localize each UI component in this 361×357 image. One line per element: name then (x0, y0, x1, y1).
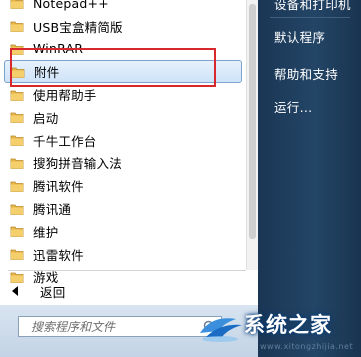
program-item-qianniu[interactable]: 千牛工作台 (0, 129, 246, 152)
program-label: Notepad++ (33, 0, 109, 11)
watermark-url: www.xitongzhijia.net (260, 342, 354, 351)
folder-icon (10, 226, 24, 238)
program-item-notepadpp[interactable]: Notepad++ (0, 0, 246, 15)
divider (8, 270, 246, 271)
program-label: 维护 (33, 224, 59, 240)
search-input[interactable] (29, 318, 203, 335)
program-label: 腾讯通 (33, 202, 72, 218)
program-item-tencent-tong[interactable]: 腾讯通 (0, 197, 246, 220)
folder-icon (10, 21, 24, 33)
scrollbar-thumb[interactable] (249, 4, 256, 239)
watermark-text: 系统之家 (244, 313, 332, 337)
back-arrow-icon (12, 286, 18, 296)
folder-icon (10, 135, 24, 147)
program-item-maintenance[interactable]: 维护 (0, 220, 246, 243)
run-link[interactable]: 运行... (274, 97, 312, 116)
devices-printers-link[interactable]: 设备和打印机 (274, 0, 351, 13)
right-divider (270, 17, 350, 18)
program-label: 启动 (33, 110, 59, 126)
help-support-link[interactable]: 帮助和支持 (274, 64, 338, 83)
back-label: 返回 (40, 284, 66, 300)
annotation-highlight-box (10, 48, 216, 87)
folder-icon (10, 158, 24, 169)
program-label: 迅雷软件 (33, 247, 84, 263)
back-button[interactable]: 返回 (12, 281, 65, 301)
folder-icon (10, 90, 24, 101)
program-item-sogou-pinyin[interactable]: 搜狗拼音输入法 (0, 152, 246, 175)
program-label: 千牛工作台 (33, 133, 97, 149)
program-item-tencent-software[interactable]: 腾讯软件 (0, 174, 246, 197)
folder-icon (10, 0, 24, 10)
watermark-logo-icon (200, 318, 242, 342)
program-item-xunlei[interactable]: 迅雷软件 (0, 243, 246, 266)
program-label: 使用帮助手 (33, 88, 97, 104)
start-menu-right-pane: 设备和打印机 默认程序 帮助和支持 运行... (258, 0, 361, 357)
program-item-usb-box[interactable]: USB宝盒精简版 (0, 15, 246, 38)
program-label: USB宝盒精简版 (33, 19, 123, 35)
folder-icon (10, 112, 24, 124)
folder-icon (10, 249, 24, 261)
folder-icon (10, 181, 24, 192)
watermark: 系统之家 www.xitongzhijia.net (192, 305, 361, 357)
program-label: 腾讯软件 (33, 179, 84, 195)
program-list: Notepad++ USB宝盒精简版 WinRAR 附件 使用帮助手 启动 千牛… (0, 0, 246, 288)
program-item-startup[interactable]: 启动 (0, 106, 246, 129)
program-label: 搜狗拼音输入法 (33, 156, 122, 172)
folder-icon (10, 204, 24, 215)
default-programs-link[interactable]: 默认程序 (274, 27, 325, 46)
